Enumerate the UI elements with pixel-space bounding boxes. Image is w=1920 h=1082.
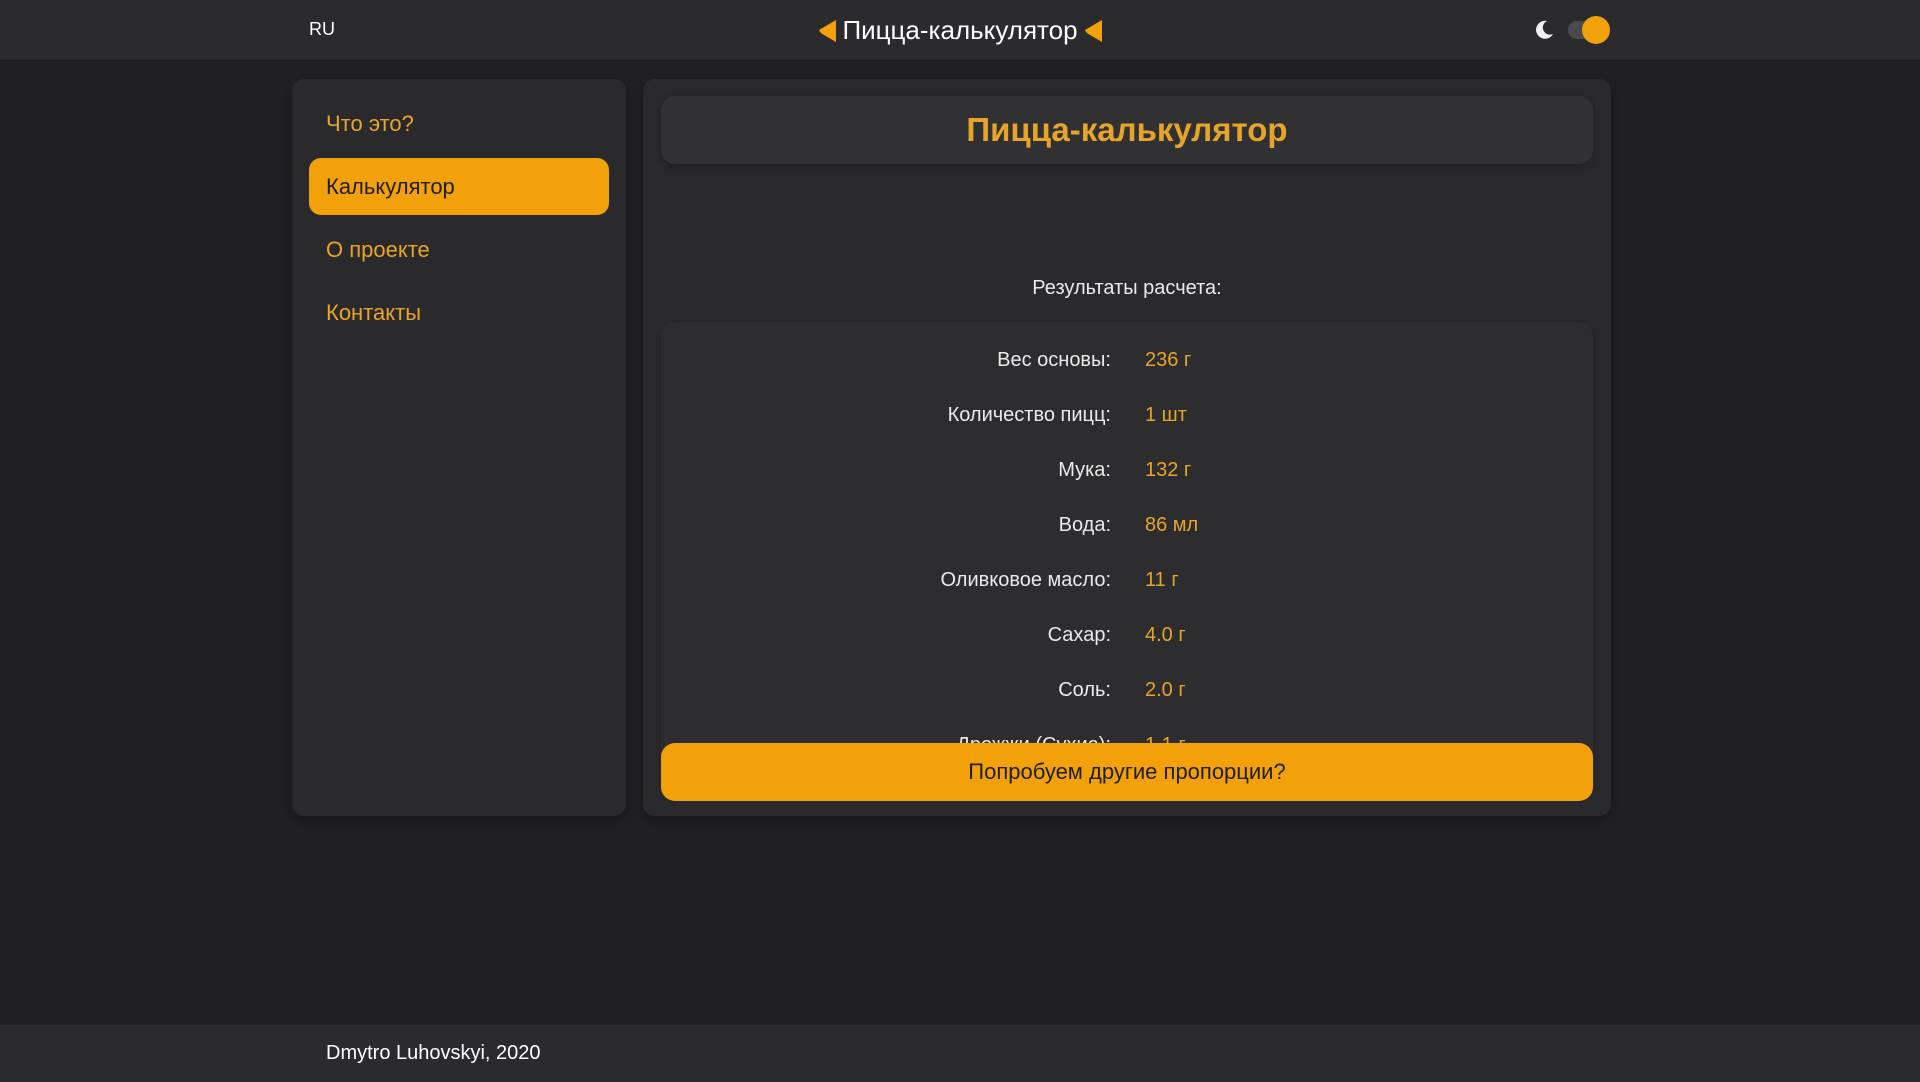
theme-switch-knob [1582,16,1610,44]
top-header: RU Пицца-калькулятор [0,0,1920,61]
theme-switch[interactable] [1568,16,1610,44]
result-row: Соль: 2.0 г [661,676,1593,706]
result-value: 86 мл [1145,514,1199,536]
footer-credit: Dmytro Luhovskyi, 2020 [326,1042,541,1064]
pizza-slice-icon [819,19,837,42]
result-value: 132 г [1145,459,1192,481]
result-row: Количество пицц: 1 шт [661,401,1593,431]
sidebar: Что это? Калькулятор О проекте Контакты [292,79,626,816]
result-label: Соль: [1058,679,1111,701]
theme-toggle[interactable] [1532,16,1612,44]
result-value: 2.0 г [1145,679,1186,701]
result-label: Вес основы: [997,349,1111,371]
result-row: Мука: 132 г [661,456,1593,486]
result-label: Сахар: [1047,624,1111,646]
results-card: Вес основы: 236 г Количество пицц: 1 шт … [661,322,1593,793]
result-value: 1 шт [1145,404,1187,426]
result-value: 11 г [1145,569,1179,591]
result-value: 4.0 г [1145,624,1186,646]
result-row: Вес основы: 236 г [661,346,1593,376]
try-other-proportions-button[interactable]: Попробуем другие пропорции? [661,743,1593,801]
sidebar-item-about[interactable]: О проекте [309,221,609,278]
result-row: Вода: 86 мл [661,511,1593,541]
sidebar-item-contacts[interactable]: Контакты [309,284,609,341]
moon-icon [1536,20,1553,39]
result-row: Сахар: 4.0 г [661,621,1593,651]
page-title: Пицца-калькулятор [661,96,1593,164]
footer: Dmytro Luhovskyi, 2020 [0,1025,1920,1082]
app-title-text: Пицца-калькулятор [842,15,1078,45]
result-row: Оливковое масло: 11 г [661,566,1593,596]
sidebar-item-what-is-it[interactable]: Что это? [309,95,609,152]
pizza-slice-icon [1084,19,1102,42]
app-title: Пицца-калькулятор [0,0,1920,61]
results-heading: Результаты расчета: [1032,277,1222,299]
sidebar-item-calculator[interactable]: Калькулятор [309,158,609,215]
result-label: Количество пицц: [947,404,1111,426]
result-value: 236 г [1145,349,1192,371]
main-panel: Пицца-калькулятор Результаты расчета: Ве… [643,79,1611,816]
result-label: Вода: [1058,514,1111,536]
result-label: Оливковое масло: [940,569,1111,591]
result-label: Мука: [1058,459,1111,481]
